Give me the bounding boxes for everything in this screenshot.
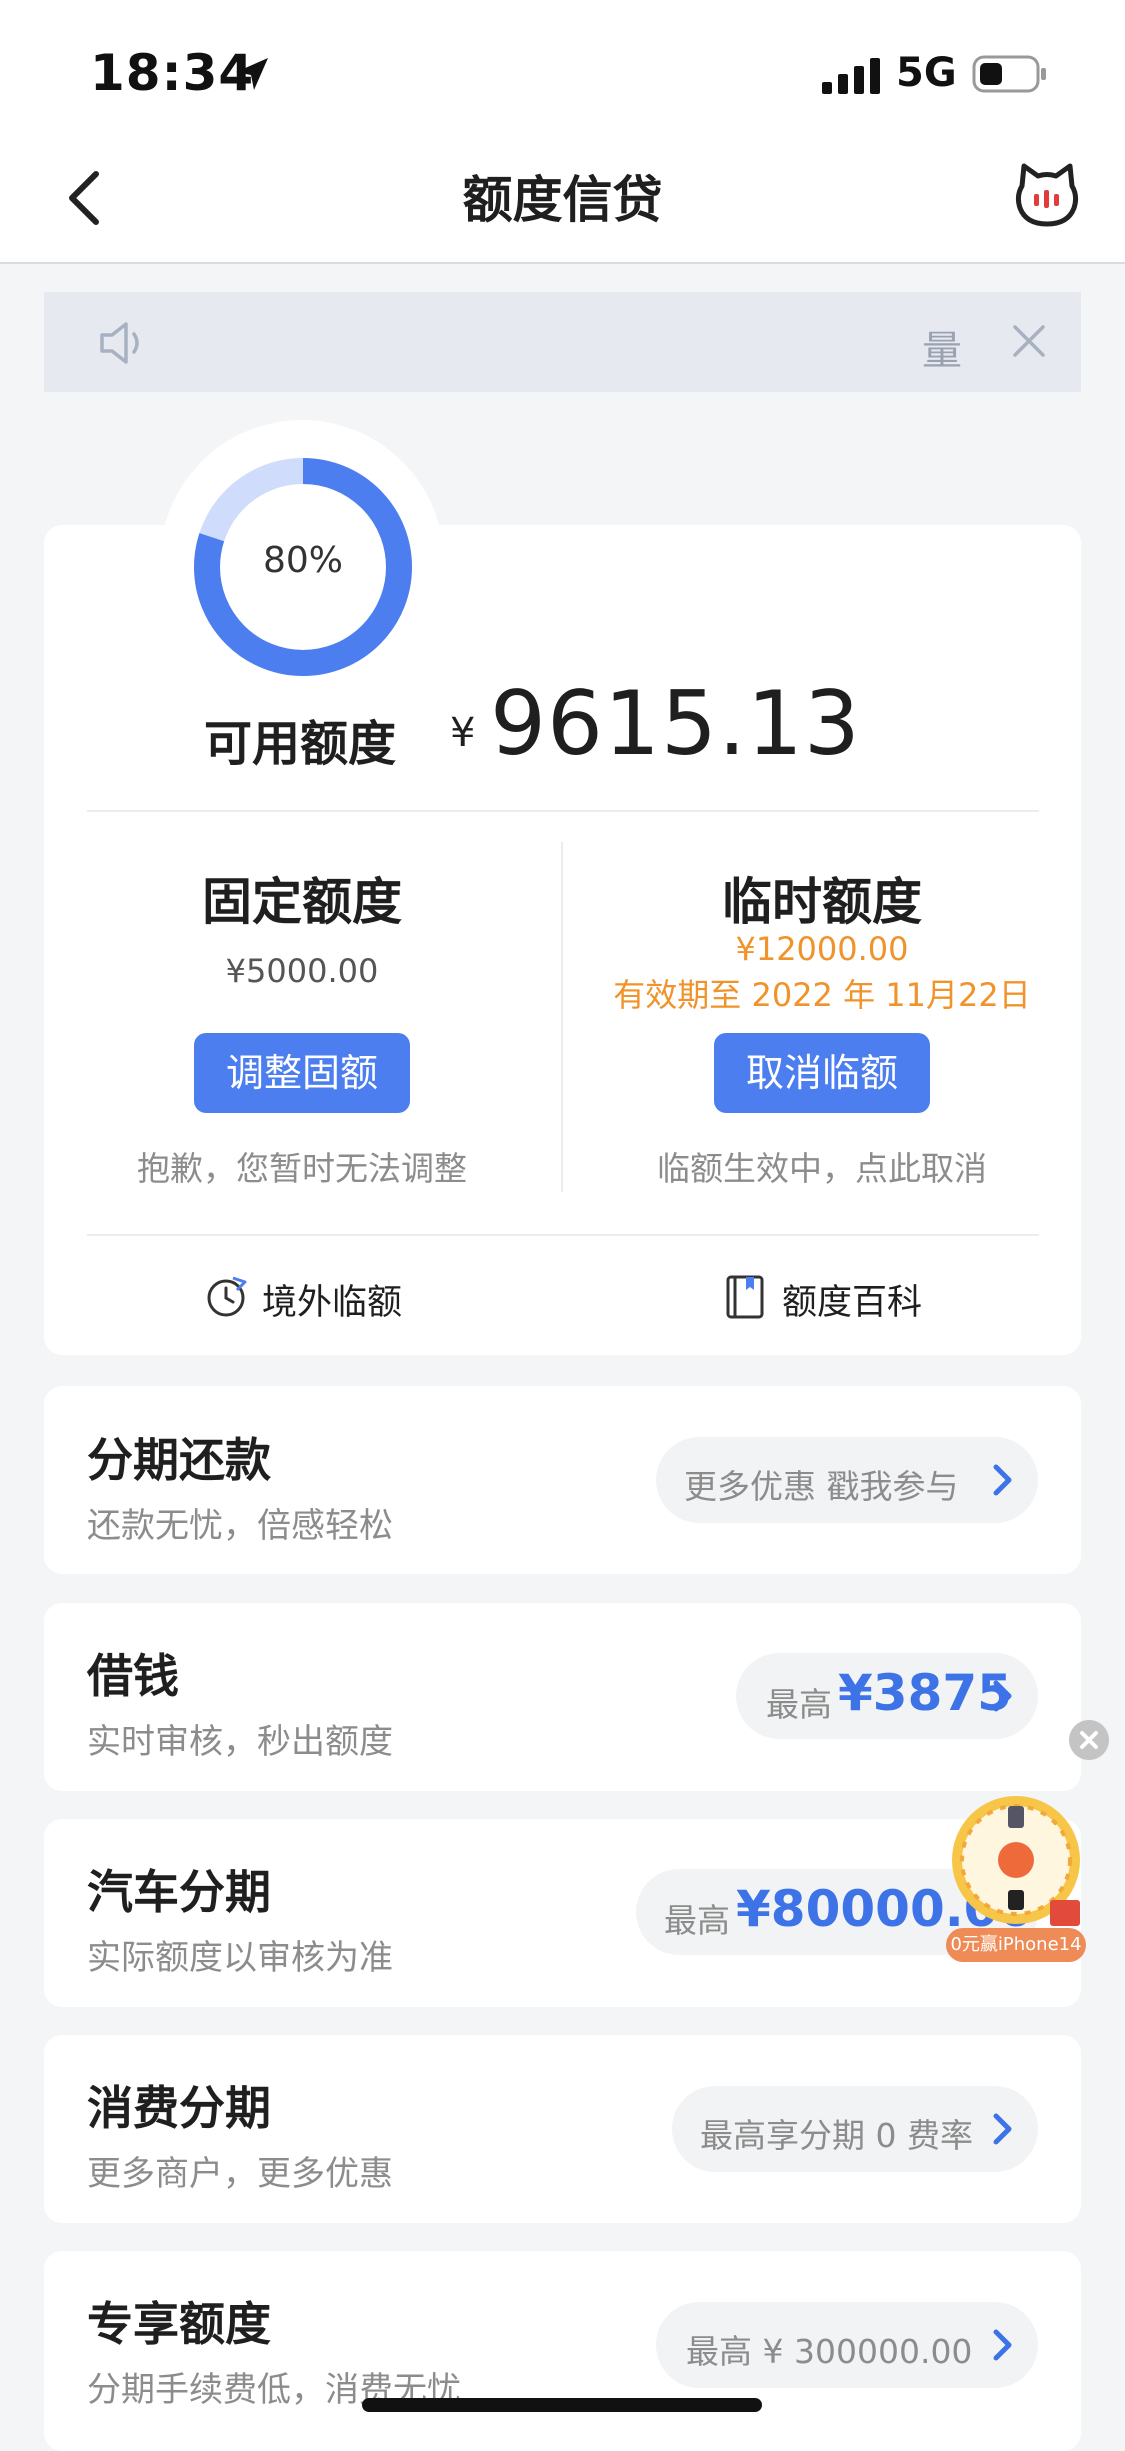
- speaker-icon: [100, 322, 139, 364]
- battery-icon: [972, 55, 1046, 93]
- pill-prefix: 最高: [766, 1685, 832, 1724]
- book-icon: [726, 1275, 764, 1319]
- page-title: 额度信贷: [462, 171, 663, 229]
- signal-icon: [822, 58, 880, 94]
- overseas-limit-link[interactable]: 境外临额: [262, 1274, 402, 1325]
- service-title: 分期还款: [87, 1433, 271, 1487]
- temp-limit-title: 临时额度: [722, 873, 922, 931]
- float-close-icon[interactable]: [1069, 1720, 1109, 1760]
- temp-limit-validity: 有效期至 2022 年 11月22日: [613, 976, 1031, 1014]
- cat-mascot-icon[interactable]: [1012, 160, 1082, 230]
- chevron-right-icon: [993, 1464, 1012, 1496]
- pill-text: 更多优惠 戳我参与: [684, 1467, 959, 1506]
- adjust-fixed-button[interactable]: 调整固额: [194, 1033, 410, 1113]
- service-subtitle: 实际额度以审核为准: [87, 1938, 393, 1978]
- pill-amount: ¥3875: [838, 1664, 1012, 1722]
- currency-symbol: ¥: [450, 710, 476, 756]
- fixed-limit-note: 抱歉，您暂时无法调整: [137, 1149, 467, 1188]
- service-title: 汽车分期: [87, 1865, 271, 1919]
- limit-wiki-link[interactable]: 额度百科: [782, 1274, 922, 1325]
- service-subtitle: 更多商户，更多优惠: [87, 2154, 393, 2194]
- fixed-limit-amount: ¥5000.00: [225, 952, 379, 990]
- pill-prefix: 最高: [664, 1901, 730, 1940]
- chevron-right-icon: [993, 1680, 1012, 1712]
- network-type: 5G: [896, 50, 957, 96]
- location-arrow-icon: [236, 58, 268, 90]
- usage-percent: 80%: [262, 540, 343, 581]
- available-label: 可用额度: [204, 716, 397, 772]
- divider: [87, 810, 1039, 812]
- chevron-right-icon: [993, 2329, 1012, 2361]
- temp-limit-amount: ¥12000.00: [735, 930, 909, 968]
- close-icon[interactable]: [1010, 322, 1048, 360]
- service-title: 专享额度: [87, 2297, 271, 2351]
- service-subtitle: 还款无忧，倍感轻松: [87, 1506, 393, 1546]
- plane-clock-icon: [207, 1276, 247, 1317]
- fixed-limit-title: 固定额度: [202, 873, 402, 931]
- available-amount: 9615.13: [490, 672, 861, 775]
- service-title: 借钱: [87, 1649, 179, 1703]
- column-divider: [561, 842, 563, 1192]
- temp-limit-note: 临额生效中，点此取消: [657, 1149, 987, 1188]
- home-indicator: [362, 2398, 762, 2412]
- status-time: 18:34: [90, 44, 255, 102]
- pill-text: 最高 ¥ 300000.00: [686, 2332, 973, 2371]
- prize-label[interactable]: 0元赢iPhone14: [946, 1928, 1086, 1962]
- service-subtitle: 实时审核，秒出额度: [87, 1722, 393, 1762]
- cancel-temp-button[interactable]: 取消临额: [714, 1033, 930, 1113]
- notice-text: 量: [922, 328, 962, 374]
- service-title: 消费分期: [87, 2081, 271, 2135]
- divider: [87, 1234, 1039, 1236]
- pill-text: 最高享分期 0 费率: [700, 2116, 973, 2155]
- chevron-right-icon: [993, 2113, 1012, 2145]
